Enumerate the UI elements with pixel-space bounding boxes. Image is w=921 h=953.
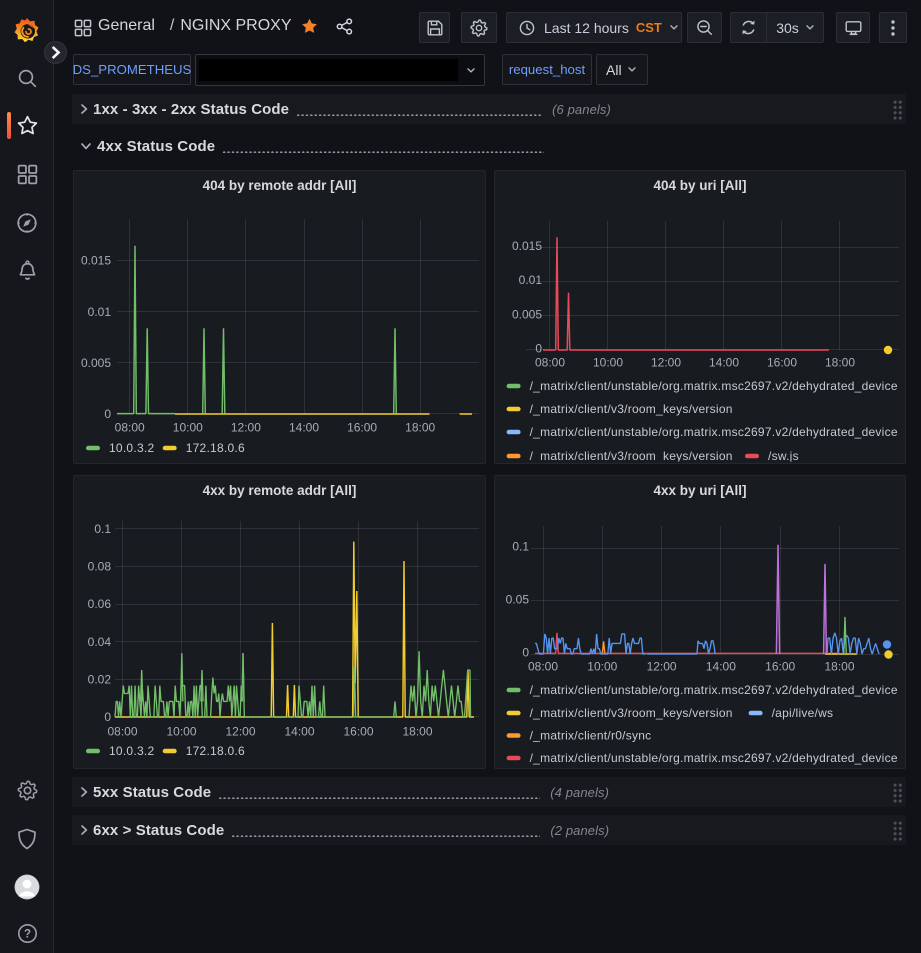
svg-text:14:00: 14:00 xyxy=(706,660,736,674)
svg-text:/_matrix/client/unstable/org.m: /_matrix/client/unstable/org.matrix.msc2… xyxy=(530,379,898,393)
svg-text:16:00: 16:00 xyxy=(767,356,797,370)
svg-text:0.04: 0.04 xyxy=(88,635,112,649)
svg-text:10:00: 10:00 xyxy=(593,356,623,370)
svg-text:18:00: 18:00 xyxy=(402,725,432,739)
svg-text:10.0.3.2: 10.0.3.2 xyxy=(109,441,154,455)
svg-text:10:00: 10:00 xyxy=(587,660,617,674)
svg-text:0.05: 0.05 xyxy=(506,593,530,607)
svg-text:18:00: 18:00 xyxy=(405,421,435,435)
svg-text:0.06: 0.06 xyxy=(88,597,112,611)
svg-text:14:00: 14:00 xyxy=(709,356,739,370)
svg-text:14:00: 14:00 xyxy=(289,421,319,435)
svg-text:/_matrix/client/unstable/org.m: /_matrix/client/unstable/org.matrix.msc2… xyxy=(530,425,898,439)
svg-text:0: 0 xyxy=(522,646,529,660)
svg-text:16:00: 16:00 xyxy=(765,660,795,674)
svg-text:/_matrix/client/v3/room_keys/v: /_matrix/client/v3/room_keys/version xyxy=(530,402,733,416)
svg-text:08:00: 08:00 xyxy=(528,660,558,674)
svg-text:?: ? xyxy=(23,929,30,941)
svg-text:12:00: 12:00 xyxy=(225,725,255,739)
svg-text:/_matrix/client/v3/room_keys/v: /_matrix/client/v3/room_keys/version xyxy=(530,449,733,463)
svg-text:08:00: 08:00 xyxy=(535,356,565,370)
svg-text:172.18.0.6: 172.18.0.6 xyxy=(186,744,245,758)
svg-text:12:00: 12:00 xyxy=(231,421,261,435)
svg-text:172.18.0.6: 172.18.0.6 xyxy=(186,441,245,455)
svg-text:08:00: 08:00 xyxy=(107,725,137,739)
svg-text:/sw.js: /sw.js xyxy=(768,449,799,463)
svg-text:10:00: 10:00 xyxy=(166,725,196,739)
svg-text:0.1: 0.1 xyxy=(94,522,111,536)
svg-text:0.08: 0.08 xyxy=(88,560,112,574)
svg-text:0.015: 0.015 xyxy=(81,254,111,268)
svg-text:0.02: 0.02 xyxy=(88,672,112,686)
svg-text:/_matrix/client/unstable/org.m: /_matrix/client/unstable/org.matrix.msc2… xyxy=(530,683,898,697)
svg-text:/_matrix/client/unstable/org.m: /_matrix/client/unstable/org.matrix.msc2… xyxy=(530,751,898,765)
svg-text:18:00: 18:00 xyxy=(825,356,855,370)
svg-text:18:00: 18:00 xyxy=(824,660,854,674)
svg-text:0.01: 0.01 xyxy=(88,305,112,319)
svg-text:/api/live/ws: /api/live/ws xyxy=(772,706,834,720)
svg-text:12:00: 12:00 xyxy=(647,660,677,674)
svg-text:0.01: 0.01 xyxy=(519,273,543,287)
svg-text:0: 0 xyxy=(104,710,111,724)
svg-text:0.1: 0.1 xyxy=(512,540,529,554)
svg-text:0: 0 xyxy=(535,342,542,356)
svg-text:/_matrix/client/r0/sync: /_matrix/client/r0/sync xyxy=(530,729,652,743)
svg-text:16:00: 16:00 xyxy=(347,421,377,435)
svg-text:08:00: 08:00 xyxy=(115,421,145,435)
svg-text:14:00: 14:00 xyxy=(284,725,314,739)
svg-text:10.0.3.2: 10.0.3.2 xyxy=(109,744,154,758)
svg-text:0: 0 xyxy=(104,407,111,421)
svg-text:16:00: 16:00 xyxy=(343,725,373,739)
svg-text:0.005: 0.005 xyxy=(81,356,111,370)
svg-text:0.005: 0.005 xyxy=(512,307,542,321)
svg-text:/_matrix/client/v3/room_keys/v: /_matrix/client/v3/room_keys/version xyxy=(530,706,733,720)
svg-text:12:00: 12:00 xyxy=(651,356,681,370)
svg-text:0.015: 0.015 xyxy=(512,239,542,253)
svg-text:10:00: 10:00 xyxy=(173,421,203,435)
